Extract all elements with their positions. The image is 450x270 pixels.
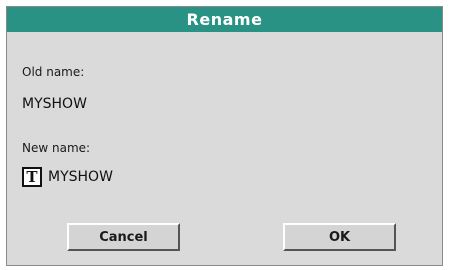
cancel-button[interactable]: Cancel: [67, 223, 180, 251]
text-edit-icon[interactable]: T: [22, 167, 42, 187]
dialog-titlebar: Rename: [7, 7, 442, 32]
ok-button[interactable]: OK: [283, 223, 396, 251]
old-name-label: Old name:: [22, 65, 85, 79]
rename-dialog: Rename Old name: MYSHOW New name: T MYSH…: [6, 6, 443, 266]
dialog-title: Rename: [186, 10, 263, 29]
old-name-value: MYSHOW: [22, 96, 87, 112]
new-name-value[interactable]: MYSHOW: [48, 169, 113, 185]
new-name-field[interactable]: T MYSHOW: [22, 165, 113, 189]
new-name-label: New name:: [22, 141, 91, 155]
